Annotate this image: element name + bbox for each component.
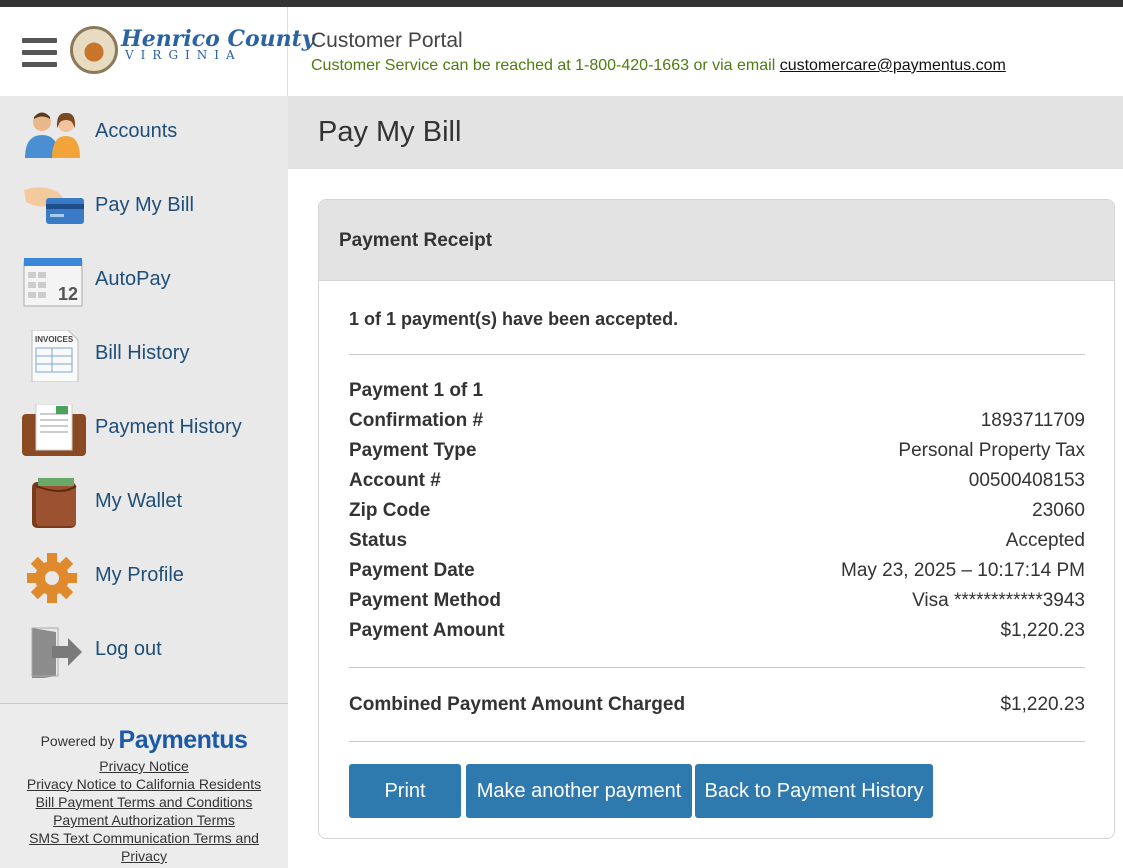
page-title: Pay My Bill bbox=[318, 116, 462, 148]
credit-card-hand-icon bbox=[24, 187, 84, 224]
service-email-link[interactable]: customercare@paymentus.com bbox=[780, 57, 1006, 74]
receipt-title: Payment Receipt bbox=[339, 230, 493, 251]
gear-icon bbox=[27, 553, 77, 603]
county-seal-logo bbox=[70, 26, 118, 74]
sidebar-item-log-out[interactable]: Log out bbox=[0, 614, 288, 688]
divider bbox=[349, 354, 1085, 355]
service-text: Customer Service can be reached at 1-800… bbox=[311, 57, 780, 74]
sidebar-item-label: Accounts bbox=[95, 120, 178, 142]
receipt-row: Status Accepted bbox=[349, 530, 1085, 560]
row-value: 23060 bbox=[1032, 500, 1085, 521]
paymentus-logo[interactable]: Paymentus bbox=[119, 726, 248, 754]
sms-terms-link[interactable]: SMS Text Communication Terms and bbox=[0, 829, 288, 847]
receipt-row: Payment Type Personal Property Tax bbox=[349, 440, 1085, 470]
header-brand-area: Henrico County VIRGINIA bbox=[0, 7, 315, 96]
sidebar-item-bill-history[interactable]: INVOICES Bill History bbox=[0, 318, 288, 392]
row-value: May 23, 2025 – 10:17:14 PM bbox=[841, 560, 1085, 581]
row-value: 1893711709 bbox=[980, 410, 1085, 431]
row-value: Visa ************3943 bbox=[912, 590, 1085, 611]
bill-payment-terms-link[interactable]: Bill Payment Terms and Conditions bbox=[0, 793, 288, 811]
sidebar-footer: Powered by Paymentus Privacy Notice Priva… bbox=[0, 703, 288, 868]
sidebar-item-label: My Wallet bbox=[95, 490, 183, 512]
powered-by-text: Powered by bbox=[40, 733, 115, 749]
accepted-message: 1 of 1 payment(s) have been accepted. bbox=[349, 309, 679, 329]
sidebar-item-label: My Profile bbox=[95, 564, 184, 586]
privacy-notice-link[interactable]: Privacy Notice bbox=[0, 757, 288, 775]
app-header: Henrico County VIRGINIA Customer Portal … bbox=[0, 7, 1123, 96]
sidebar-item-label: Payment History bbox=[95, 416, 242, 438]
row-value: Personal Property Tax bbox=[898, 440, 1085, 461]
svg-text:12: 12 bbox=[58, 284, 78, 304]
sidebar-item-label: Bill History bbox=[95, 342, 190, 364]
invoices-icon: INVOICES bbox=[31, 330, 79, 382]
sidebar-item-autopay[interactable]: 12 AutoPay bbox=[0, 244, 288, 318]
sidebar-item-my-wallet[interactable]: My Wallet bbox=[0, 466, 288, 540]
sidebar-item-pay-my-bill[interactable]: Pay My Bill bbox=[0, 170, 288, 244]
wallet-receipt-icon bbox=[22, 404, 86, 456]
receipt-row: Confirmation # 1893711709 bbox=[349, 410, 1085, 440]
sidebar-item-label: Log out bbox=[95, 638, 162, 660]
top-border bbox=[0, 0, 1123, 7]
svg-text:INVOICES: INVOICES bbox=[35, 335, 74, 344]
california-privacy-link[interactable]: Privacy Notice to California Residents bbox=[0, 775, 288, 793]
sidebar-item-label: Pay My Bill bbox=[95, 194, 194, 216]
powered-by: Powered by Paymentus bbox=[0, 726, 288, 755]
receipt-row: Payment Amount $1,220.23 bbox=[349, 620, 1085, 650]
row-value: $1,220.23 bbox=[1000, 620, 1085, 641]
row-label: Payment Date bbox=[349, 560, 475, 581]
receipt-row: Zip Code 23060 bbox=[349, 500, 1085, 530]
row-label: Account # bbox=[349, 470, 441, 491]
page-header: Pay My Bill bbox=[288, 96, 1123, 169]
legal-links: Privacy Notice Privacy Notice to Califor… bbox=[0, 757, 288, 865]
wallet-icon bbox=[32, 478, 77, 528]
sidebar-item-payment-history[interactable]: Payment History bbox=[0, 392, 288, 466]
row-label: Payment Amount bbox=[349, 620, 505, 641]
combined-amount-label: Combined Payment Amount Charged bbox=[349, 694, 686, 715]
sidebar-nav: Accounts Pay My Bill 12 AutoPay INVOICES… bbox=[0, 96, 288, 868]
sidebar-item-accounts[interactable]: Accounts bbox=[0, 96, 288, 170]
portal-title: Customer Portal bbox=[311, 29, 463, 52]
row-label: Zip Code bbox=[349, 500, 431, 521]
divider bbox=[349, 741, 1085, 742]
payment-authorization-terms-link[interactable]: Payment Authorization Terms bbox=[0, 811, 288, 829]
receipt-row: Account # 00500408153 bbox=[349, 470, 1085, 500]
back-to-payment-history-button[interactable]: Back to Payment History bbox=[695, 764, 933, 818]
row-label: Confirmation # bbox=[349, 410, 484, 431]
make-another-payment-button[interactable]: Make another payment bbox=[466, 764, 692, 818]
combined-amount-row: Combined Payment Amount Charged $1,220.2… bbox=[349, 694, 1085, 724]
row-value: 00500408153 bbox=[968, 470, 1085, 491]
payment-receipt-card: Payment Receipt 1 of 1 payment(s) have b… bbox=[318, 199, 1115, 839]
payment-heading-row: Payment 1 of 1 bbox=[349, 380, 1085, 410]
combined-amount-value: $1,220.23 bbox=[1000, 694, 1085, 715]
row-label: Payment Method bbox=[349, 590, 502, 611]
row-value: Accepted bbox=[1005, 530, 1085, 551]
logout-door-icon bbox=[31, 627, 82, 678]
accounts-icon bbox=[25, 112, 80, 158]
row-label: Status bbox=[349, 530, 408, 551]
sidebar-item-my-profile[interactable]: My Profile bbox=[0, 540, 288, 614]
payment-heading: Payment 1 of 1 bbox=[349, 380, 484, 401]
receipt-row: Payment Method Visa ************3943 bbox=[349, 590, 1085, 620]
row-label: Payment Type bbox=[349, 440, 477, 461]
sidebar-item-label: AutoPay bbox=[95, 268, 171, 290]
receipt-header: Payment Receipt bbox=[319, 200, 1114, 281]
divider bbox=[349, 667, 1085, 668]
hamburger-menu-icon[interactable] bbox=[22, 38, 58, 68]
county-logo[interactable]: Henrico County VIRGINIA bbox=[121, 26, 315, 62]
print-button[interactable]: Print bbox=[349, 764, 461, 818]
calendar-icon: 12 bbox=[23, 258, 83, 307]
customer-service-line: Customer Service can be reached at 1-800… bbox=[311, 57, 1006, 75]
sms-terms-link-continued[interactable]: Privacy bbox=[0, 847, 288, 865]
receipt-row: Payment Date May 23, 2025 – 10:17:14 PM bbox=[349, 560, 1085, 590]
